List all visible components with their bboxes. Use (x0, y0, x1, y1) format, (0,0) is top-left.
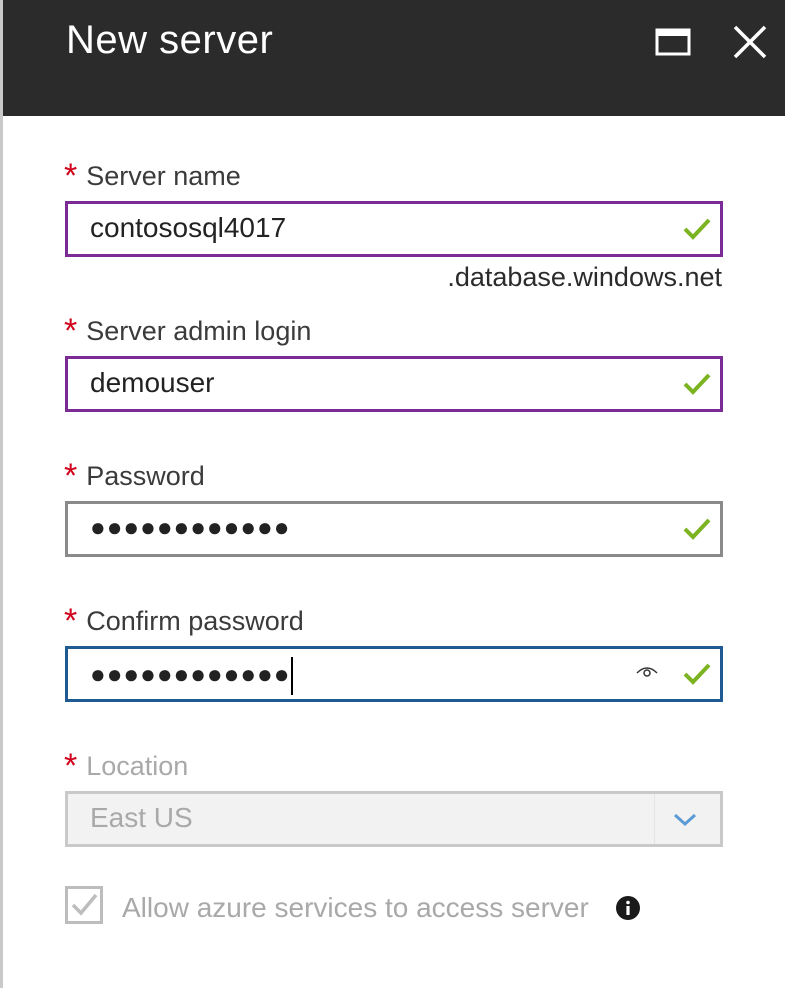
chevron-down-icon (673, 813, 697, 827)
server-name-value: contososql4017 (90, 212, 287, 243)
admin-login-value: demouser (90, 367, 215, 398)
checkmark-icon (683, 663, 711, 685)
server-name-field[interactable]: contososql4017 (65, 201, 723, 257)
required-star: * (64, 157, 78, 195)
location-value: East US (90, 802, 193, 833)
allow-azure-label: Allow azure services to access server (122, 892, 589, 923)
blade-title: New server (66, 18, 274, 62)
close-button[interactable] (731, 24, 769, 60)
required-star: * (64, 457, 78, 495)
select-divider (654, 794, 655, 844)
password-label: * Password (64, 457, 205, 495)
required-star: * (64, 312, 78, 350)
location-select[interactable]: East US (65, 791, 723, 847)
location-label: * Location (64, 747, 189, 785)
admin-login-field[interactable]: demouser (65, 356, 723, 412)
required-star: * (64, 747, 78, 785)
checkmark-icon (71, 893, 98, 916)
checkmark-icon (683, 218, 711, 240)
checkmark-icon (683, 373, 711, 395)
confirm-password-value: ●●●●●●●●●●●● (90, 657, 294, 695)
close-icon (733, 25, 767, 59)
required-star: * (64, 602, 78, 640)
eye-icon[interactable] (636, 663, 658, 679)
text-caret (291, 657, 294, 695)
allow-azure-checkbox[interactable] (65, 886, 103, 924)
maximize-icon (655, 28, 691, 56)
admin-login-label: * Server admin login (64, 312, 312, 350)
checkmark-icon (683, 518, 711, 540)
password-field[interactable]: ●●●●●●●●●●●● (65, 501, 723, 557)
panel-left-border (0, 0, 3, 988)
server-domain-suffix: .database.windows.net (447, 262, 722, 292)
blade-header: New server (3, 0, 785, 116)
password-value: ●●●●●●●●●●●● (90, 512, 291, 542)
maximize-button[interactable] (655, 28, 691, 56)
confirm-password-label: * Confirm password (64, 602, 304, 640)
info-icon[interactable] (616, 896, 640, 920)
server-name-label: * Server name (64, 157, 241, 195)
confirm-password-field[interactable]: ●●●●●●●●●●●● (65, 646, 723, 702)
